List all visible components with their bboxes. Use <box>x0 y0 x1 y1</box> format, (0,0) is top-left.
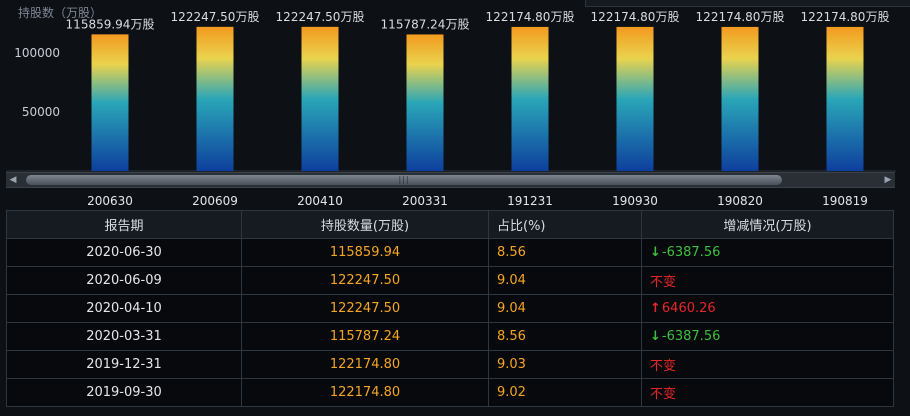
col-header-period: 报告期 <box>6 210 242 239</box>
change-value: -6387.56 <box>661 245 721 260</box>
bar[interactable] <box>826 26 864 171</box>
arrow-down-icon: ↓ <box>650 329 661 344</box>
table-body: 2020-06-30 115859.94 8.56 ↓-6387.56 2020-06-… <box>6 238 894 407</box>
bar-data-label: 122174.80万股 <box>591 10 680 24</box>
cell-period: 2019-12-31 <box>6 350 242 379</box>
cell-change: 不变 <box>641 378 894 407</box>
bar-data-label: 115787.24万股 <box>381 17 470 31</box>
x-tick-label: 200630 <box>87 194 133 208</box>
bar[interactable] <box>406 34 444 171</box>
cell-period: 2020-06-09 <box>6 266 242 295</box>
col-header-ratio: 占比(%) <box>488 210 642 239</box>
x-axis-labels: 200630 200609 200410 200331 191231 190930 1908… <box>6 190 896 208</box>
cell-shares: 115787.24 <box>241 322 489 351</box>
cell-change: 不变 <box>641 266 894 295</box>
holdings-table: 报告期 持股数量(万股) 占比(%) 增减情况(万股) 2020-06-30 11… <box>6 210 894 407</box>
x-tick-label: 200410 <box>297 194 343 208</box>
x-tick-label: 190820 <box>717 194 763 208</box>
y-tick-label: 100000 <box>14 46 60 60</box>
change-value: 不变 <box>650 387 677 402</box>
bar-data-label: 122247.50万股 <box>276 10 365 24</box>
table-row[interactable]: 2020-03-31 115787.24 8.56 ↓-6387.56 <box>6 322 894 351</box>
cell-ratio: 8.56 <box>488 238 642 267</box>
arrow-up-icon: ↑ <box>650 301 661 316</box>
col-header-change: 增减情况(万股) <box>641 210 894 239</box>
bar-data-label: 122174.80万股 <box>486 10 575 24</box>
x-tick-label: 190930 <box>612 194 658 208</box>
bar[interactable] <box>511 26 549 171</box>
bar-chart: 50000 100000 115859.94万股 122247.50万股 122247.… <box>6 0 896 174</box>
bar[interactable] <box>721 26 759 171</box>
cell-shares: 115859.94 <box>241 238 489 267</box>
cell-period: 2020-03-31 <box>6 322 242 351</box>
table-row[interactable]: 2020-06-30 115859.94 8.56 ↓-6387.56 <box>6 238 894 267</box>
change-value: 不变 <box>650 359 677 374</box>
cell-change: ↓-6387.56 <box>641 238 894 267</box>
bar[interactable] <box>196 26 234 171</box>
cell-shares: 122174.80 <box>241 378 489 407</box>
bar-data-label: 122174.80万股 <box>801 10 890 24</box>
table-row[interactable]: 2019-12-31 122174.80 9.03 不变 <box>6 350 894 379</box>
cell-period: 2020-06-30 <box>6 238 242 267</box>
cell-ratio: 9.03 <box>488 350 642 379</box>
cell-ratio: 9.04 <box>488 294 642 323</box>
x-tick-label: 190819 <box>822 194 868 208</box>
chart-unit-label: 持股数（万股） <box>18 6 103 20</box>
scrollbar-thumb[interactable]: ||| <box>26 175 782 185</box>
cell-shares: 122247.50 <box>241 294 489 323</box>
cell-ratio: 9.04 <box>488 266 642 295</box>
cell-shares: 122174.80 <box>241 350 489 379</box>
cell-change: ↓-6387.56 <box>641 322 894 351</box>
bar[interactable] <box>301 26 339 171</box>
change-value: 不变 <box>650 275 677 290</box>
bar-data-label: 122247.50万股 <box>171 10 260 24</box>
table-row[interactable]: 2020-04-10 122247.50 9.04 ↑6460.26 <box>6 294 894 323</box>
cell-period: 2019-09-30 <box>6 378 242 407</box>
change-value: 6460.26 <box>661 301 716 316</box>
cell-change: ↑6460.26 <box>641 294 894 323</box>
y-tick-label: 50000 <box>22 105 60 119</box>
scroll-left-icon[interactable]: ◀ <box>8 175 18 185</box>
chart-scrollbar[interactable]: ◀ ||| ▶ <box>6 172 895 188</box>
x-tick-label: 200609 <box>192 194 238 208</box>
col-header-shares: 持股数量(万股) <box>241 210 489 239</box>
scroll-right-icon[interactable]: ▶ <box>883 175 893 185</box>
cell-ratio: 8.56 <box>488 322 642 351</box>
bar-chart-svg: 50000100000115859.94万股122247.50万股 122247.… <box>6 10 896 172</box>
bar[interactable] <box>91 34 129 171</box>
cell-shares: 122247.50 <box>241 266 489 295</box>
cell-period: 2020-04-10 <box>6 294 242 323</box>
cell-ratio: 9.02 <box>488 378 642 407</box>
table-header-row: 报告期 持股数量(万股) 占比(%) 增减情况(万股) <box>6 210 894 239</box>
bar[interactable] <box>616 26 654 171</box>
grip-icon: ||| <box>398 175 410 184</box>
holdings-panel: 50000 100000 115859.94万股 122247.50万股 122247.… <box>0 0 910 416</box>
x-tick-label: 200331 <box>402 194 448 208</box>
table-row[interactable]: 2020-06-09 122247.50 9.04 不变 <box>6 266 894 295</box>
arrow-down-icon: ↓ <box>650 245 661 260</box>
x-tick-label: 191231 <box>507 194 553 208</box>
change-value: -6387.56 <box>661 329 721 344</box>
cell-change: 不变 <box>641 350 894 379</box>
bar-data-label: 122174.80万股 <box>696 10 785 24</box>
table-row[interactable]: 2019-09-30 122174.80 9.02 不变 <box>6 378 894 407</box>
